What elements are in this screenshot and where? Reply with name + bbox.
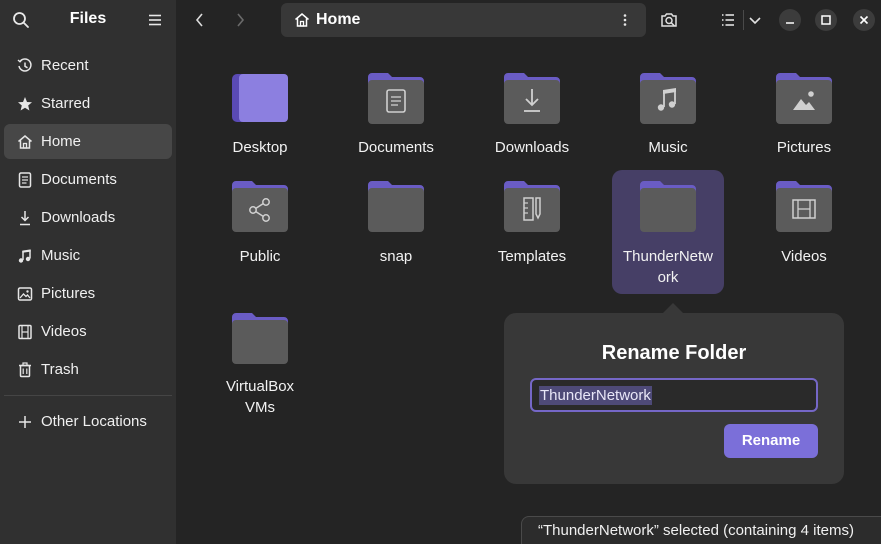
videos-folder-icon — [776, 181, 832, 232]
trash-icon — [19, 361, 31, 377]
document-icon — [18, 171, 32, 188]
folder-name-value: ThunderNetwork — [539, 386, 652, 405]
desktop-folder-icon — [232, 74, 288, 122]
music-note-icon — [18, 248, 31, 263]
folder-label-line-2: ork — [657, 269, 679, 286]
templates-folder-icon — [504, 181, 560, 232]
folder-label-line-2: VMs — [245, 399, 275, 416]
search-folder-icon[interactable] — [657, 8, 681, 32]
folder-snap[interactable]: snap — [340, 172, 452, 292]
forward-arrow-icon[interactable] — [228, 8, 252, 32]
folder-templates[interactable]: Templates — [476, 172, 588, 292]
plus-icon — [19, 415, 31, 428]
status-bar: “ThunderNetwork” selected (containing 4 … — [521, 516, 881, 544]
sidebar-item-label: Recent — [41, 57, 89, 74]
folder-label: Music — [648, 139, 688, 156]
sidebar-item-label: Pictures — [41, 285, 96, 302]
sidebar-item-label: Trash — [41, 361, 79, 378]
chevron-down-icon[interactable] — [743, 8, 767, 32]
folder-videos[interactable]: Videos — [748, 172, 860, 292]
sidebar-item-label: Downloads — [41, 209, 116, 226]
sidebar-item-recent[interactable]: Recent — [4, 48, 172, 83]
list-view-icon[interactable] — [716, 8, 740, 32]
sidebar-item-documents[interactable]: Documents — [4, 162, 172, 197]
sidebar-item-label: Other Locations — [41, 413, 147, 430]
back-arrow-icon[interactable] — [188, 8, 212, 32]
music-folder-icon — [640, 73, 696, 124]
sidebar-item-videos[interactable]: Videos — [4, 314, 172, 349]
popover-title: Rename Folder — [601, 342, 747, 364]
folder-label: Pictures — [776, 139, 832, 156]
sidebar-item-downloads[interactable]: Downloads — [4, 200, 172, 235]
sidebar-item-other-locations[interactable]: Other Locations — [4, 404, 172, 439]
sidebar-places: Recent Starred Home Documents Downloads … — [4, 48, 172, 442]
more-options-icon[interactable] — [616, 11, 634, 29]
folder-name-input[interactable]: ThunderNetwork — [530, 378, 818, 412]
folder-label: Desktop — [232, 139, 288, 156]
folder-label: Downloads — [494, 139, 570, 156]
home-icon — [18, 134, 32, 149]
sidebar-item-label: Starred — [41, 95, 91, 112]
close-icon — [859, 15, 869, 25]
pictures-folder-icon — [776, 73, 832, 124]
folder-icon — [232, 313, 288, 364]
folder-pictures[interactable]: Pictures — [748, 62, 860, 170]
folder-icon — [368, 181, 424, 232]
folder-label: Templates — [497, 248, 567, 265]
folder-thundernetwork[interactable]: ThunderNetw ork — [612, 170, 724, 294]
folder-label: Videos — [781, 248, 827, 265]
documents-folder-icon — [368, 73, 424, 124]
sidebar-header: Files — [0, 0, 176, 40]
minimize-button[interactable] — [779, 9, 801, 31]
folder-label: snap — [379, 248, 413, 265]
hamburger-menu-icon[interactable] — [144, 9, 166, 31]
sidebar-item-label: Documents — [41, 171, 117, 188]
sidebar-item-music[interactable]: Music — [4, 238, 172, 273]
folder-documents[interactable]: Documents — [340, 62, 452, 170]
folder-downloads[interactable]: Downloads — [476, 62, 588, 170]
folder-desktop[interactable]: Desktop — [204, 62, 316, 170]
sidebar-item-label: Home — [41, 133, 82, 150]
downloads-folder-icon — [504, 73, 560, 124]
picture-icon — [17, 286, 33, 301]
star-icon — [18, 96, 32, 110]
maximize-icon — [821, 15, 831, 25]
rename-button[interactable]: Rename — [724, 424, 818, 458]
download-icon — [20, 210, 30, 225]
sidebar-item-label: Videos — [41, 323, 87, 340]
close-button[interactable] — [853, 9, 875, 31]
sidebar-item-pictures[interactable]: Pictures — [4, 276, 172, 311]
sidebar-item-home[interactable]: Home — [4, 124, 172, 159]
folder-public[interactable]: Public — [204, 172, 316, 292]
folder-music[interactable]: Music — [612, 62, 724, 170]
home-icon — [295, 13, 309, 27]
maximize-button[interactable] — [815, 9, 837, 31]
sidebar-separator — [4, 395, 172, 396]
clock-icon — [17, 57, 32, 72]
sidebar-item-starred[interactable]: Starred — [4, 86, 172, 121]
folder-label: Documents — [358, 139, 434, 156]
rename-folder-popover: Rename Folder ThunderNetwork Rename — [504, 313, 844, 484]
header-bar: Home — [176, 0, 881, 40]
path-current-folder: Home — [316, 11, 361, 28]
folder-label-line-1: ThunderNetw — [622, 248, 714, 265]
public-folder-icon — [232, 181, 288, 232]
folder-icon — [640, 181, 696, 232]
folder-virtualbox-vms[interactable]: VirtualBox VMs — [204, 302, 316, 422]
folder-label: Public — [239, 248, 281, 265]
sidebar-item-label: Music — [41, 247, 81, 264]
sidebar-item-trash[interactable]: Trash — [4, 352, 172, 387]
film-icon — [18, 324, 32, 339]
sidebar: Files Recent Starred Home Documents Down… — [0, 0, 176, 544]
minimize-icon — [786, 22, 794, 24]
path-bar[interactable]: Home — [281, 3, 646, 37]
folder-label-line-1: VirtualBox — [225, 378, 295, 395]
